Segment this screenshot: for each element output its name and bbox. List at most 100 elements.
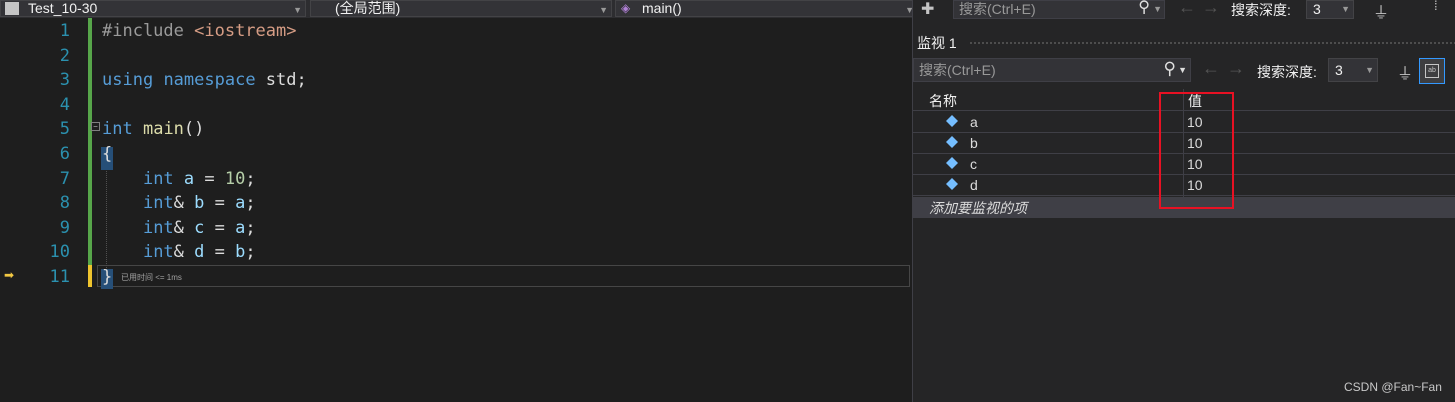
scope-dropdown[interactable]: (全局范围) ▼ xyxy=(310,0,612,17)
unsaved-changes-bar xyxy=(88,265,92,287)
code-token: = xyxy=(204,242,236,263)
line-number: 5 xyxy=(59,119,70,140)
editor-navigation-bar: Test_10-30 ▼ (全局范围) ▼ ◈ main() ▼ xyxy=(0,0,918,18)
code-token: & xyxy=(173,193,195,214)
code-line[interactable]: #include <iostream> xyxy=(102,21,296,41)
watch-window: 搜索(Ctrl+E) ⚲ ▼ ✚ ← → 搜索深度: 3 ▼ ⏚ ⁞ 监视 1 … xyxy=(912,0,1455,402)
code-line[interactable]: using namespace std; xyxy=(102,70,307,90)
saved-changes-bar xyxy=(88,18,92,265)
top-depth-label: 搜索深度: xyxy=(1231,2,1291,18)
top-depth-select[interactable]: 3 ▼ xyxy=(1306,0,1354,19)
title-bar-grip[interactable] xyxy=(969,41,1455,46)
chevron-down-icon: ▼ xyxy=(1365,65,1374,75)
code-line[interactable]: int main() xyxy=(102,119,204,139)
code-token: std; xyxy=(255,70,307,91)
back-arrow-icon[interactable]: ← xyxy=(1202,58,1220,79)
code-token: = xyxy=(204,193,236,214)
code-token: ; xyxy=(245,242,256,263)
code-token: a xyxy=(235,217,246,238)
code-token: a xyxy=(183,168,195,189)
filter-icon[interactable]: ⏚ xyxy=(1397,60,1413,84)
filter-icon[interactable]: ⏚ xyxy=(1373,0,1389,23)
top-search-input[interactable]: 搜索(Ctrl+E) ⚲ ▼ xyxy=(953,0,1165,19)
watch-variable-name[interactable]: b xyxy=(970,135,978,151)
code-token: () xyxy=(183,119,205,140)
code-editor[interactable]: ➡ − 1 2 3 4 5 6 7 8 9 10 11 #include <iostream> usi… xyxy=(0,18,911,402)
code-line[interactable]: int& b = a; xyxy=(102,193,256,213)
forward-arrow-icon[interactable]: → xyxy=(1202,0,1220,18)
code-token: using xyxy=(102,70,154,91)
top-depth-value: 3 xyxy=(1313,1,1321,17)
project-icon xyxy=(5,2,19,15)
chevron-down-icon: ▼ xyxy=(293,5,302,15)
line-number: 3 xyxy=(59,70,70,91)
code-token: } xyxy=(102,267,113,287)
line-number: 4 xyxy=(59,94,70,115)
code-token: b xyxy=(235,242,246,263)
code-token: ; xyxy=(245,168,256,189)
code-line[interactable]: int a = 10; xyxy=(102,169,256,189)
perf-tip-label[interactable]: 已用时间 <= 1ms xyxy=(121,272,182,283)
code-token: int xyxy=(142,242,174,263)
line-number: 9 xyxy=(59,217,70,238)
code-line[interactable]: int& c = a; xyxy=(102,218,256,238)
variable-cube-icon xyxy=(945,177,959,191)
tab-view-toggle[interactable]: ab xyxy=(1419,58,1445,84)
watch-search-input[interactable]: 搜索(Ctrl+E) ⚲ ▼ xyxy=(913,58,1191,82)
chevron-down-icon[interactable]: ▼ xyxy=(1178,59,1187,81)
watch-window-title[interactable]: 监视 1 xyxy=(917,33,957,53)
code-line[interactable]: int& d = b; xyxy=(102,242,256,262)
line-number: 6 xyxy=(59,144,70,164)
panel-options-icon[interactable]: ⁞ xyxy=(1434,0,1438,13)
watch-variable-name[interactable]: d xyxy=(970,177,978,193)
code-token: int xyxy=(142,168,174,189)
watch-depth-value: 3 xyxy=(1335,62,1343,78)
watch-depth-select[interactable]: 3 ▼ xyxy=(1328,58,1378,82)
add-watch-item-label[interactable]: 添加要监视的项 xyxy=(929,198,1027,218)
column-header-name[interactable]: 名称 xyxy=(929,91,957,111)
forward-arrow-icon[interactable]: → xyxy=(1227,58,1245,79)
code-token: main xyxy=(142,119,184,140)
scope-dropdown-label: (全局范围) xyxy=(335,0,401,16)
variable-cube-icon xyxy=(945,114,959,128)
code-token: a xyxy=(235,193,246,214)
line-number: 10 xyxy=(49,242,70,263)
code-token: { xyxy=(102,144,113,164)
function-dropdown-label: main() xyxy=(642,0,682,16)
line-number: 1 xyxy=(59,21,70,41)
top-search-placeholder: 搜索(Ctrl+E) xyxy=(959,1,1036,17)
variable-cube-icon xyxy=(945,135,959,149)
search-icon[interactable]: ⚲ xyxy=(1164,58,1176,80)
watch-depth-label: 搜索深度: xyxy=(1257,64,1317,80)
code-token: = xyxy=(194,168,225,189)
chevron-down-icon[interactable]: ▼ xyxy=(1153,1,1162,18)
line-number: 11 xyxy=(49,267,70,287)
project-dropdown[interactable]: Test_10-30 ▼ xyxy=(0,0,306,17)
line-number: 7 xyxy=(59,168,70,189)
collapse-toggle-icon[interactable]: − xyxy=(91,122,100,131)
code-line[interactable]: { xyxy=(102,144,112,164)
watermark-label: CSDN @Fan~Fan xyxy=(1344,380,1442,394)
line-number: 2 xyxy=(59,45,70,66)
code-token: namespace xyxy=(163,70,256,91)
watch-variable-name[interactable]: c xyxy=(970,156,977,172)
code-token: & xyxy=(173,242,195,263)
code-token: int xyxy=(102,119,133,140)
code-line[interactable]: } xyxy=(102,267,112,287)
watch-search-placeholder: 搜索(Ctrl+E) xyxy=(919,62,996,78)
code-token: d xyxy=(194,242,205,263)
code-token: c xyxy=(194,217,205,238)
code-token: b xyxy=(194,193,205,214)
code-token: int xyxy=(142,217,174,238)
chevron-down-icon: ▼ xyxy=(599,5,608,15)
back-arrow-icon[interactable]: ← xyxy=(1178,0,1196,18)
pin-icon[interactable]: ✚ xyxy=(921,0,934,19)
code-token: ; xyxy=(245,193,256,214)
watch-variable-name[interactable]: a xyxy=(970,114,978,130)
function-dropdown[interactable]: ◈ main() ▼ xyxy=(615,0,918,17)
search-icon[interactable]: ⚲ xyxy=(1138,0,1150,16)
